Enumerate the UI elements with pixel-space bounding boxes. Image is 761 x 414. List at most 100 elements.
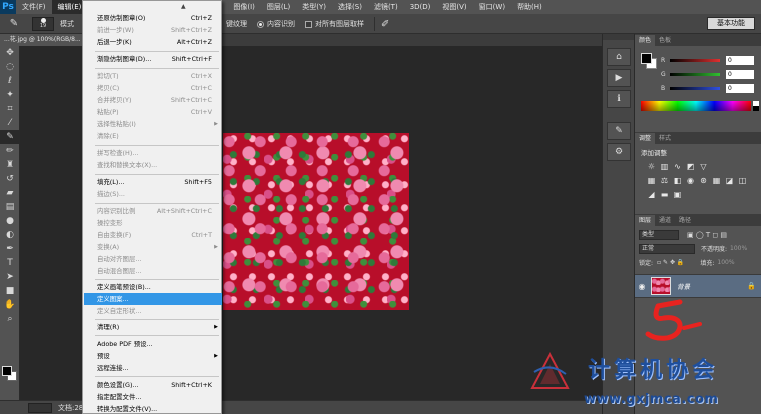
- pressure-brush-icon[interactable]: ✐: [381, 19, 389, 30]
- black-white-swatch[interactable]: [753, 101, 759, 111]
- workspace-switcher[interactable]: 基本功能: [707, 17, 755, 30]
- menu-item-auto-blend[interactable]: 自动混合图层...: [84, 265, 222, 277]
- pen-tool-icon[interactable]: ✒: [0, 242, 20, 256]
- content-aware-radio[interactable]: [257, 20, 264, 28]
- brightness-icon[interactable]: ☼: [645, 160, 658, 174]
- tab-color[interactable]: 颜色: [635, 35, 656, 46]
- tab-styles[interactable]: 样式: [655, 133, 675, 144]
- menu-3d[interactable]: 3D(D): [404, 0, 437, 14]
- menu-item-pdf-presets[interactable]: Adobe PDF 预设...: [84, 338, 222, 350]
- menu-item-step-backward[interactable]: 后退一步(K) Alt+Ctrl+Z: [84, 36, 222, 48]
- menu-item-convert-profile[interactable]: 转换为配置文件(V)...: [84, 403, 222, 414]
- texture-option-label[interactable]: 键纹理: [226, 19, 247, 29]
- blur-tool-icon[interactable]: ●: [0, 214, 20, 228]
- clone-source-panel-icon[interactable]: ⚙: [607, 143, 631, 161]
- gradient-tool-icon[interactable]: ▤: [0, 200, 20, 214]
- panel-foreground-swatch[interactable]: [641, 53, 652, 64]
- color-balance-icon[interactable]: ⚖: [658, 174, 671, 188]
- history-brush-tool-icon[interactable]: ↺: [0, 172, 20, 186]
- zoom-tool-icon[interactable]: ⌕: [0, 312, 20, 326]
- photo-filter-icon[interactable]: ◉: [684, 174, 697, 188]
- menu-window[interactable]: 窗口(W): [473, 0, 511, 14]
- curves-icon[interactable]: ∿: [671, 160, 684, 174]
- menu-item-step-forward[interactable]: 前进一步(W) Shift+Ctrl+Z: [84, 24, 222, 36]
- healing-brush-tool-icon[interactable]: ✎: [4, 16, 24, 32]
- path-select-tool-icon[interactable]: ➤: [0, 270, 20, 284]
- crop-tool-icon[interactable]: ⌗: [0, 102, 20, 116]
- menu-type[interactable]: 类型(Y): [296, 0, 332, 14]
- menu-item-content-aware-scale[interactable]: 内容识别比例 Alt+Shift+Ctrl+C: [84, 205, 222, 217]
- menu-item-find-replace[interactable]: 查找和替换文本(X)...: [84, 159, 222, 171]
- menu-item-paste-special[interactable]: 选择性粘贴(I) ▶: [84, 118, 222, 130]
- menu-item-free-transform[interactable]: 自由变换(F) Ctrl+T: [84, 229, 222, 241]
- menu-image[interactable]: 图像(I): [227, 0, 261, 14]
- menu-item-remote-connections[interactable]: 远程连接...: [84, 362, 222, 374]
- layer-row-background[interactable]: ◉ 背景 🔒: [635, 274, 761, 298]
- menu-item-spell-check[interactable]: 拼写检查(H)...: [84, 147, 222, 159]
- menu-filter[interactable]: 滤镜(T): [368, 0, 404, 14]
- foreground-color-swatch[interactable]: [2, 366, 12, 376]
- green-slider[interactable]: [670, 73, 720, 76]
- menu-item-presets[interactable]: 预设 ▶: [84, 350, 222, 362]
- eyedropper-tool-icon[interactable]: ⁄: [0, 116, 20, 130]
- hue-saturation-icon[interactable]: ▦: [645, 174, 658, 188]
- green-value-input[interactable]: 0: [726, 70, 754, 79]
- zoom-field[interactable]: [28, 402, 52, 413]
- color-spectrum[interactable]: [641, 101, 751, 111]
- quick-select-tool-icon[interactable]: ✦: [0, 88, 20, 102]
- vibrance-icon[interactable]: ▽: [697, 160, 710, 174]
- color-lookup-icon[interactable]: ▦: [710, 174, 723, 188]
- floral-image[interactable]: [223, 133, 409, 310]
- dock-grip[interactable]: [603, 34, 634, 40]
- info-panel-icon[interactable]: ℹ: [607, 90, 631, 108]
- tab-swatches[interactable]: 色板: [655, 35, 675, 46]
- document-tab[interactable]: ...花.jpg @ 100%(RGB/8...: [0, 34, 90, 46]
- lock-icons[interactable]: ▫ ✎ ✥ 🔒: [657, 259, 684, 266]
- menu-item-transform[interactable]: 变换(A) ▶: [84, 241, 222, 253]
- menu-item-cut[interactable]: 剪切(T) Ctrl+X: [84, 70, 222, 82]
- move-tool-icon[interactable]: ✥: [0, 46, 20, 60]
- black-white-icon[interactable]: ◧: [671, 174, 684, 188]
- menu-item-puppet-warp[interactable]: 操控变形: [84, 217, 222, 229]
- actions-panel-icon[interactable]: ▶: [607, 69, 631, 87]
- menu-item-undo[interactable]: 还原仿制图章(O) Ctrl+Z: [84, 12, 222, 24]
- menu-item-paste[interactable]: 粘贴(P) Ctrl+V: [84, 106, 222, 118]
- sample-all-layers-checkbox[interactable]: [305, 20, 312, 28]
- filter-icons[interactable]: ▣ ◯ T ◻ ▤: [687, 231, 727, 239]
- history-panel-icon[interactable]: ⌂: [607, 48, 631, 66]
- menu-item-copy-merged[interactable]: 合并拷贝(Y) Shift+Ctrl+C: [84, 94, 222, 106]
- tab-layers[interactable]: 图层: [635, 215, 656, 226]
- menu-item-stroke[interactable]: 描边(S)...: [84, 188, 222, 200]
- type-tool-icon[interactable]: T: [0, 256, 20, 270]
- menu-item-auto-align[interactable]: 自动对齐图层...: [84, 253, 222, 265]
- brush-tool-icon[interactable]: ✏: [0, 144, 20, 158]
- menu-item-color-settings[interactable]: 颜色设置(G)... Shift+Ctrl+K: [84, 379, 222, 391]
- menu-item-define-shape[interactable]: 定义自定形状...: [84, 305, 222, 317]
- lasso-tool-icon[interactable]: ℓ: [0, 74, 20, 88]
- levels-icon[interactable]: ▥: [658, 160, 671, 174]
- opacity-value[interactable]: 100%: [730, 245, 747, 252]
- dodge-tool-icon[interactable]: ◐: [0, 228, 20, 242]
- marquee-tool-icon[interactable]: ◌: [0, 60, 20, 74]
- brush-panel-icon[interactable]: ✎: [607, 122, 631, 140]
- brush-size-picker[interactable]: 19: [32, 16, 54, 31]
- menu-view[interactable]: 视图(V): [436, 0, 472, 14]
- menu-select[interactable]: 选择(S): [332, 0, 368, 14]
- tab-adjustments[interactable]: 调整: [635, 133, 656, 144]
- menu-item-define-brush[interactable]: 定义画笔预设(B)...: [84, 281, 222, 293]
- posterize-icon[interactable]: ◫: [736, 174, 749, 188]
- visibility-eye-icon[interactable]: ◉: [635, 282, 649, 291]
- menu-item-fill[interactable]: 填充(L)... Shift+F5: [84, 176, 222, 188]
- threshold-icon[interactable]: ◢: [645, 188, 658, 202]
- layer-filter-select[interactable]: 类型: [639, 229, 679, 240]
- channel-mixer-icon[interactable]: ⊛: [697, 174, 710, 188]
- exposure-icon[interactable]: ◩: [684, 160, 697, 174]
- menu-item-copy[interactable]: 拷贝(C) Ctrl+C: [84, 82, 222, 94]
- shape-tool-icon[interactable]: ■: [0, 284, 20, 298]
- menu-item-purge[interactable]: 清理(R) ▶: [84, 321, 222, 333]
- gradient-map-icon[interactable]: ▬: [658, 188, 671, 202]
- menu-item-assign-profile[interactable]: 指定配置文件...: [84, 391, 222, 403]
- eraser-tool-icon[interactable]: ▰: [0, 186, 20, 200]
- hand-tool-icon[interactable]: ✋: [0, 298, 20, 312]
- layer-name[interactable]: 背景: [677, 281, 690, 291]
